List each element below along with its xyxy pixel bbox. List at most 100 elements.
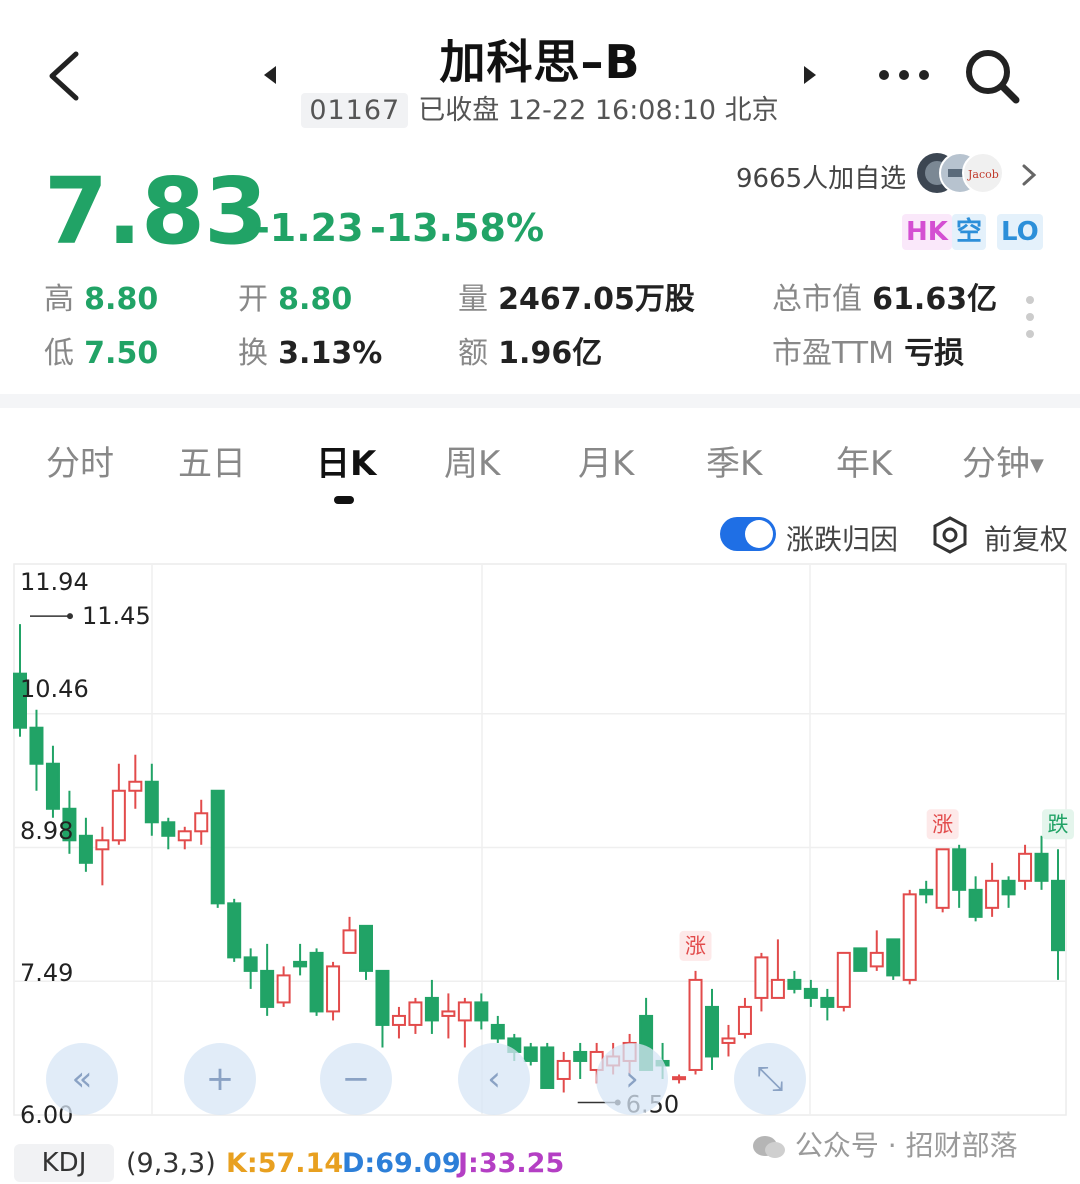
price-adjust-button[interactable]: 前复权 xyxy=(932,516,1070,556)
candle xyxy=(935,848,950,913)
stat-amount: 额 1.96亿 xyxy=(458,336,603,371)
candle xyxy=(1001,876,1016,908)
candle xyxy=(886,938,901,980)
pan-left-button[interactable]: ‹ xyxy=(458,1043,530,1115)
last-price: 7.83 xyxy=(44,158,268,265)
candle xyxy=(375,969,390,1048)
short-sell-badge[interactable]: 空 xyxy=(952,214,987,250)
follower-avatars[interactable]: Jacob xyxy=(916,152,1006,194)
candle xyxy=(177,826,192,850)
event-tag: 涨 xyxy=(932,812,953,836)
candle xyxy=(276,966,291,1007)
kdj-j-value: J:33.25 xyxy=(458,1148,565,1179)
candle xyxy=(952,844,967,908)
candlestick-chart[interactable]: 11.456.50涨涨跌 xyxy=(0,560,1080,1140)
candle xyxy=(243,948,258,989)
expand-arrows-icon: ⤡ xyxy=(756,1059,784,1099)
pan-right-button[interactable]: › xyxy=(596,1043,668,1115)
stat-volume: 量 2467.05万股 xyxy=(458,282,695,317)
attribution-label: 涨跌归因 xyxy=(786,523,899,556)
minus-icon: − xyxy=(341,1059,371,1099)
market-badge-hk[interactable]: HK xyxy=(902,214,952,250)
price-adjust-label: 前复权 xyxy=(984,523,1069,556)
tab-weekly-k[interactable]: 周K xyxy=(444,436,500,485)
candle xyxy=(737,997,752,1039)
event-tag: 涨 xyxy=(685,934,706,958)
lo-badge[interactable]: LO xyxy=(997,214,1043,250)
more-button[interactable] xyxy=(876,62,932,88)
candle xyxy=(770,939,785,999)
y-tick-label: 11.94 xyxy=(20,568,89,596)
dropdown-caret-icon: ▼ xyxy=(1030,455,1044,476)
candle xyxy=(754,952,769,1012)
y-tick-label: 8.98 xyxy=(20,817,74,845)
stock-code: 01167 xyxy=(301,93,409,128)
search-button[interactable] xyxy=(962,46,1022,106)
candle xyxy=(540,1042,555,1089)
candle xyxy=(820,988,835,1021)
candle xyxy=(128,754,143,809)
candle xyxy=(260,943,275,1016)
candle xyxy=(985,862,1000,917)
stat-pe-ttm: 市盈TTM 亏损 xyxy=(772,336,965,371)
candle xyxy=(919,880,934,904)
tab-daily-k[interactable]: 日K xyxy=(316,436,376,485)
candle xyxy=(194,799,209,845)
candle xyxy=(210,789,225,908)
price-change: -1.23 xyxy=(254,206,364,250)
fullscreen-button[interactable]: ⤡ xyxy=(734,1043,806,1115)
y-tick-label: 10.46 xyxy=(20,675,89,703)
candle xyxy=(688,970,703,1075)
candle xyxy=(556,1051,571,1093)
candle xyxy=(672,1074,687,1084)
followers-more-button[interactable] xyxy=(1016,160,1040,190)
settings-hex-icon xyxy=(933,516,967,554)
plus-icon: + xyxy=(205,1059,235,1099)
search-icon xyxy=(966,50,1020,104)
indicator-selector[interactable]: KDJ xyxy=(14,1144,114,1182)
more-dots-icon xyxy=(879,70,929,80)
kdj-k-value: K:57.14 xyxy=(226,1148,344,1179)
attribution-toggle[interactable] xyxy=(720,517,776,551)
candle xyxy=(787,970,802,994)
svg-text:Jacob: Jacob xyxy=(967,168,999,181)
tab-five-day[interactable]: 五日 xyxy=(178,436,246,485)
candle xyxy=(111,763,126,845)
market-status: 已收盘 12-22 16:08:10 北京 xyxy=(418,95,779,126)
candle xyxy=(441,993,456,1039)
tab-monthly-k[interactable]: 月K xyxy=(578,436,634,485)
zoom-in-button[interactable]: + xyxy=(184,1043,256,1115)
tab-quarterly-k[interactable]: 季K xyxy=(706,436,762,485)
tab-minute[interactable]: 分钟▼ xyxy=(962,436,1044,485)
wechat-icon xyxy=(752,1134,786,1160)
tab-intraday[interactable]: 分时 xyxy=(46,436,114,485)
candle xyxy=(161,817,176,850)
candle xyxy=(78,817,93,872)
candle xyxy=(342,916,357,954)
candle xyxy=(490,1015,505,1043)
vertical-dots-icon xyxy=(1026,296,1034,338)
candle xyxy=(293,943,308,976)
high-marker-label: 11.45 xyxy=(82,602,151,630)
scroll-back-button[interactable]: « xyxy=(46,1043,118,1115)
candle xyxy=(227,898,242,962)
candle xyxy=(1034,835,1049,890)
candle xyxy=(95,826,110,886)
candle xyxy=(424,979,439,1034)
kdj-d-value: D:69.09 xyxy=(342,1148,461,1179)
tab-yearly-k[interactable]: 年K xyxy=(836,436,892,485)
candle xyxy=(869,930,884,971)
double-chevron-left-icon: « xyxy=(71,1059,93,1099)
candle xyxy=(1018,844,1033,890)
stat-market-cap: 总市值 61.63亿 xyxy=(772,282,998,317)
zoom-out-button[interactable]: − xyxy=(320,1043,392,1115)
candle xyxy=(721,1024,736,1057)
kdj-params: (9,3,3) xyxy=(126,1148,216,1179)
stat-turnover: 换 3.13% xyxy=(238,336,383,371)
followers-count[interactable]: 9665人加自选 xyxy=(736,158,906,195)
candle xyxy=(573,1042,588,1079)
candle xyxy=(968,876,983,922)
chevron-right-icon: › xyxy=(625,1059,639,1099)
stats-expand-button[interactable] xyxy=(1022,294,1038,340)
candle xyxy=(309,948,324,1016)
